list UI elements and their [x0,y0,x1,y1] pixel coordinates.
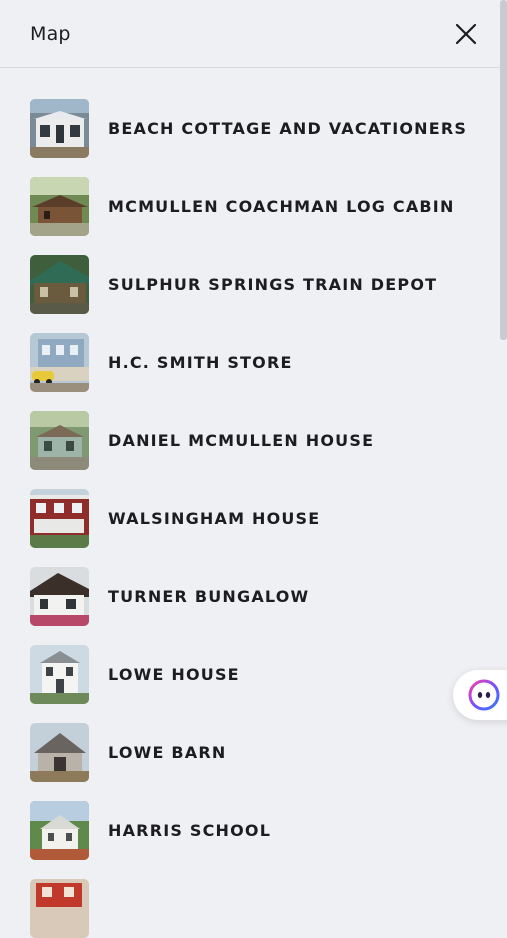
location-thumbnail [30,722,89,782]
location-label: DANIEL MCMULLEN HOUSE [108,430,375,450]
list-item[interactable]: WALSINGHAM HOUSE [30,488,470,548]
list-item[interactable]: LOWE HOUSE [30,644,470,704]
location-label: H.C. SMITH STORE [108,352,293,372]
scrollbar[interactable] [500,0,507,340]
location-thumbnail [30,488,89,548]
location-thumbnail [30,410,89,470]
location-label: LOWE HOUSE [108,664,240,684]
list-item[interactable]: DANIEL MCMULLEN HOUSE [30,410,470,470]
location-thumbnail [30,800,89,860]
list-item[interactable]: MCMULLEN COACHMAN LOG CABIN [30,176,470,236]
location-label: LOWE BARN [108,742,227,762]
location-thumbnail [30,98,89,158]
list-item[interactable] [30,878,470,938]
location-label: SULPHUR SPRINGS TRAIN DEPOT [108,274,438,294]
list-item[interactable]: TURNER BUNGALOW [30,566,470,626]
page-title: Map [30,23,71,45]
location-label: WALSINGHAM HOUSE [108,508,321,528]
header: Map [0,0,507,68]
location-thumbnail [30,878,89,938]
location-label: MCMULLEN COACHMAN LOG CABIN [108,196,455,216]
location-label: HARRIS SCHOOL [108,820,272,840]
list-item[interactable]: HARRIS SCHOOL [30,800,470,860]
location-label: TURNER BUNGALOW [108,586,310,606]
location-thumbnail [30,176,89,236]
location-thumbnail [30,254,89,314]
close-icon[interactable] [453,21,479,47]
location-label: BEACH COTTAGE AND VACATIONERS [108,118,468,138]
chat-assistant-icon [468,679,500,711]
list-item[interactable]: H.C. SMITH STORE [30,332,470,392]
location-thumbnail [30,332,89,392]
chat-assistant-button[interactable] [453,670,507,720]
list-item[interactable]: SULPHUR SPRINGS TRAIN DEPOT [30,254,470,314]
location-thumbnail [30,644,89,704]
location-thumbnail [30,566,89,626]
list-item[interactable]: LOWE BARN [30,722,470,782]
list-item[interactable]: BEACH COTTAGE AND VACATIONERS [30,98,470,158]
